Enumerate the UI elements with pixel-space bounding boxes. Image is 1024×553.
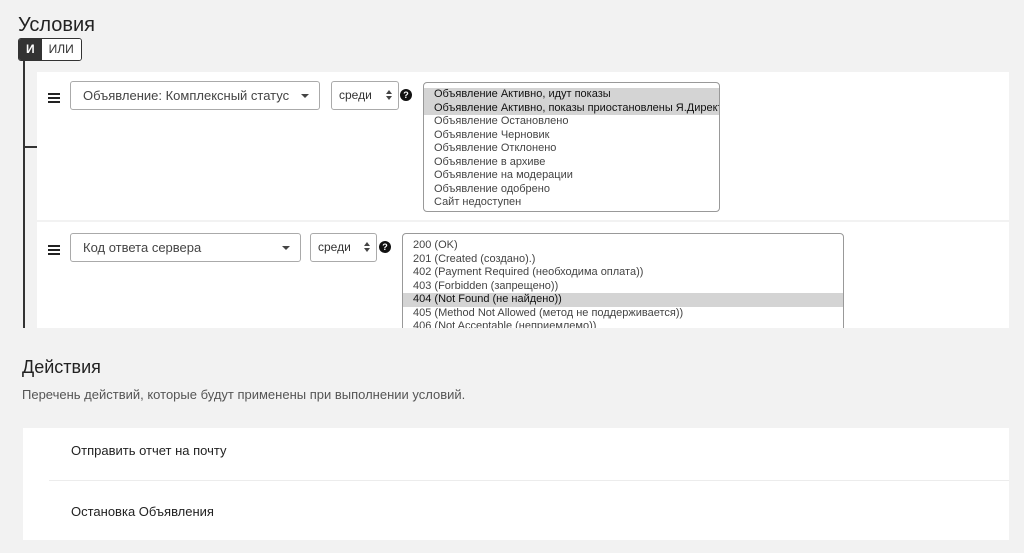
listbox-option[interactable]: Объявление одобрено: [424, 183, 719, 197]
logic-toggle: И ИЛИ: [18, 38, 82, 61]
updown-arrows-icon: [364, 242, 372, 254]
listbox-option[interactable]: 402 (Payment Required (необходима оплата…: [403, 266, 843, 280]
tree-connector-vertical: [23, 61, 25, 328]
field-select[interactable]: Объявление: Комплексный статус: [70, 81, 320, 110]
chevron-down-icon: [301, 94, 309, 98]
help-icon[interactable]: ?: [400, 89, 412, 101]
actions-description: Перечень действий, которые будут примене…: [22, 387, 466, 402]
tree-connector-horizontal: [23, 146, 37, 148]
listbox-option[interactable]: Сайт недоступен: [424, 196, 719, 210]
operator-select-value: среди: [318, 240, 351, 254]
action-item[interactable]: Отправить отчет на почту: [71, 443, 227, 458]
action-item[interactable]: Остановка Объявления: [71, 504, 214, 519]
field-select-value: Код ответа сервера: [83, 240, 202, 255]
field-select-value: Объявление: Комплексный статус: [83, 88, 290, 103]
updown-arrows-icon: [386, 90, 394, 102]
divider: [49, 480, 1009, 481]
listbox-option[interactable]: Объявление в архиве: [424, 156, 719, 170]
listbox-option[interactable]: 405 (Method Not Allowed (метод не поддер…: [403, 307, 843, 321]
values-listbox[interactable]: Объявление Активно, идут показы Объявлени…: [423, 82, 720, 212]
listbox-option[interactable]: 200 (OK): [403, 239, 843, 253]
operator-select[interactable]: среди: [331, 81, 399, 110]
help-icon[interactable]: ?: [379, 241, 391, 253]
listbox-option[interactable]: Объявление на модерации: [424, 169, 719, 183]
logic-or-button[interactable]: ИЛИ: [41, 39, 81, 60]
listbox-option[interactable]: Объявление Черновик: [424, 129, 719, 143]
listbox-option[interactable]: 406 (Not Acceptable (неприемлемо)): [403, 320, 843, 328]
operator-select[interactable]: среди: [310, 233, 377, 262]
listbox-option[interactable]: Объявление Активно, идут показы: [424, 88, 719, 102]
actions-heading: Действия: [22, 357, 101, 377]
listbox-option[interactable]: 403 (Forbidden (запрещено)): [403, 280, 843, 294]
field-select[interactable]: Код ответа сервера: [70, 233, 301, 262]
chevron-down-icon: [282, 246, 290, 250]
listbox-option[interactable]: Объявление Отклонено: [424, 142, 719, 156]
conditions-list: Объявление: Комплексный статус среди ? О…: [37, 72, 1009, 328]
actions-list: Отправить отчет на почту Остановка Объяв…: [23, 428, 1009, 540]
listbox-option[interactable]: 201 (Created (создано).): [403, 253, 843, 267]
drag-handle-icon[interactable]: [48, 245, 60, 257]
condition-row: Код ответа сервера среди ? 200 (OK) 201 (…: [37, 224, 1009, 328]
values-listbox[interactable]: 200 (OK) 201 (Created (создано).) 402 (Pay…: [402, 233, 844, 328]
listbox-option[interactable]: Объявление Активно, показы приостановлен…: [424, 101, 719, 115]
logic-and-button[interactable]: И: [19, 39, 42, 60]
drag-handle-icon[interactable]: [48, 93, 60, 105]
listbox-option[interactable]: Объявление Остановлено: [424, 115, 719, 129]
condition-row: Объявление: Комплексный статус среди ? О…: [37, 72, 1009, 222]
rule-editor: Условия И ИЛИ Объявление: Комплексный ст…: [0, 0, 1024, 553]
listbox-option[interactable]: 404 (Not Found (не найдено)): [403, 293, 843, 307]
operator-select-value: среди: [339, 88, 372, 102]
conditions-heading: Условия: [18, 14, 96, 36]
